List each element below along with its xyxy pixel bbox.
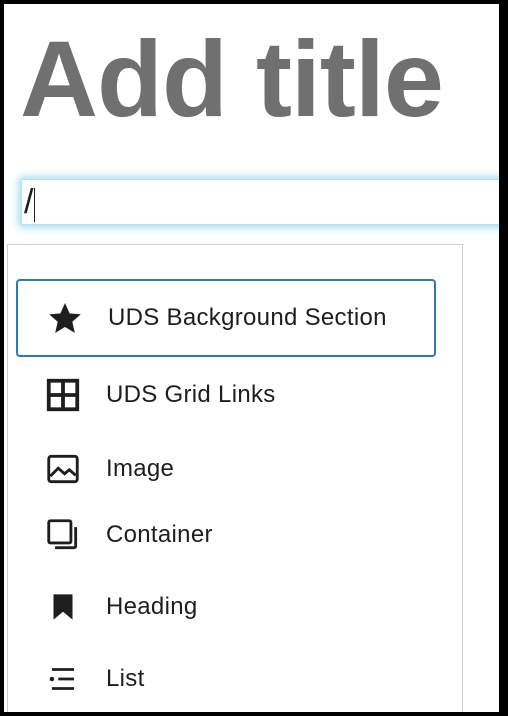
inserter-item-label: Container <box>106 521 213 548</box>
inserter-item-label: UDS Background Section <box>108 304 387 331</box>
block-input[interactable]: / <box>22 180 504 224</box>
grid-icon <box>46 378 80 412</box>
inserter-item-heading[interactable]: Heading <box>16 583 436 631</box>
inserter-item-list[interactable]: List <box>16 655 436 703</box>
inserter-item-label: Heading <box>106 593 198 620</box>
text-caret <box>34 188 35 222</box>
container-icon <box>47 519 78 550</box>
image-icon <box>47 454 79 484</box>
inserter-item-container[interactable]: Container <box>16 511 436 559</box>
star-icon <box>49 302 81 333</box>
inserter-item-image[interactable]: Image <box>16 445 436 493</box>
block-input-text: / <box>24 183 34 221</box>
inserter-item-label: UDS Grid Links <box>106 381 276 408</box>
inserter-item-uds-background-section[interactable]: UDS Background Section <box>16 279 436 357</box>
inserter-item-label: List <box>106 665 145 692</box>
block-inserter-popover: UDS Background Section UDS Grid Links Im… <box>7 244 463 712</box>
bookmark-icon <box>53 594 73 620</box>
editor-window: Add title / UDS Background Section UDS G… <box>4 4 504 712</box>
inserter-item-label: Image <box>106 455 175 482</box>
list-icon <box>49 668 75 690</box>
window-edge <box>499 4 504 712</box>
post-title-placeholder[interactable]: Add title <box>20 14 444 144</box>
inserter-item-uds-grid-links[interactable]: UDS Grid Links <box>16 371 436 419</box>
